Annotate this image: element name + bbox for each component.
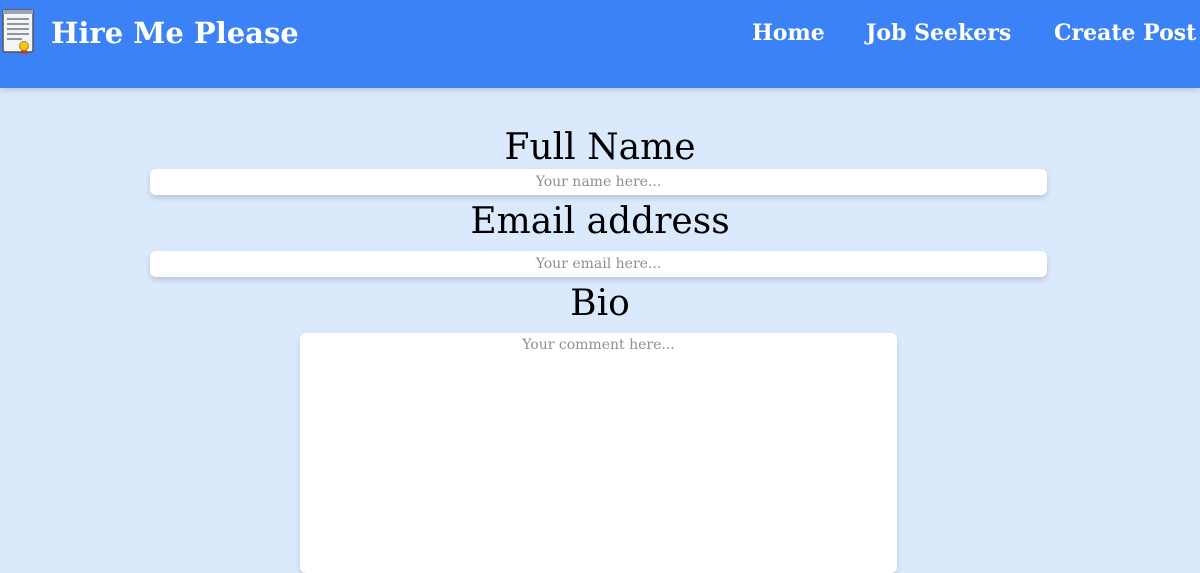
full-name-label: Full Name [504, 127, 696, 168]
nav-link-create-post[interactable]: Create Post [1054, 17, 1196, 49]
navbar: Hire Me Please Home Job Seekers Create P… [0, 0, 1200, 88]
email-input[interactable] [150, 251, 1047, 277]
nav-link-job-seekers[interactable]: Job Seekers [866, 17, 1011, 49]
certificate-document-icon[interactable] [2, 8, 36, 56]
bio-label: Bio [570, 283, 630, 324]
email-label: Email address [470, 201, 730, 242]
brand-title[interactable]: Hire Me Please [51, 14, 299, 52]
bio-textarea[interactable] [300, 333, 897, 573]
full-name-input[interactable] [150, 169, 1047, 195]
nav-link-home[interactable]: Home [752, 17, 825, 49]
